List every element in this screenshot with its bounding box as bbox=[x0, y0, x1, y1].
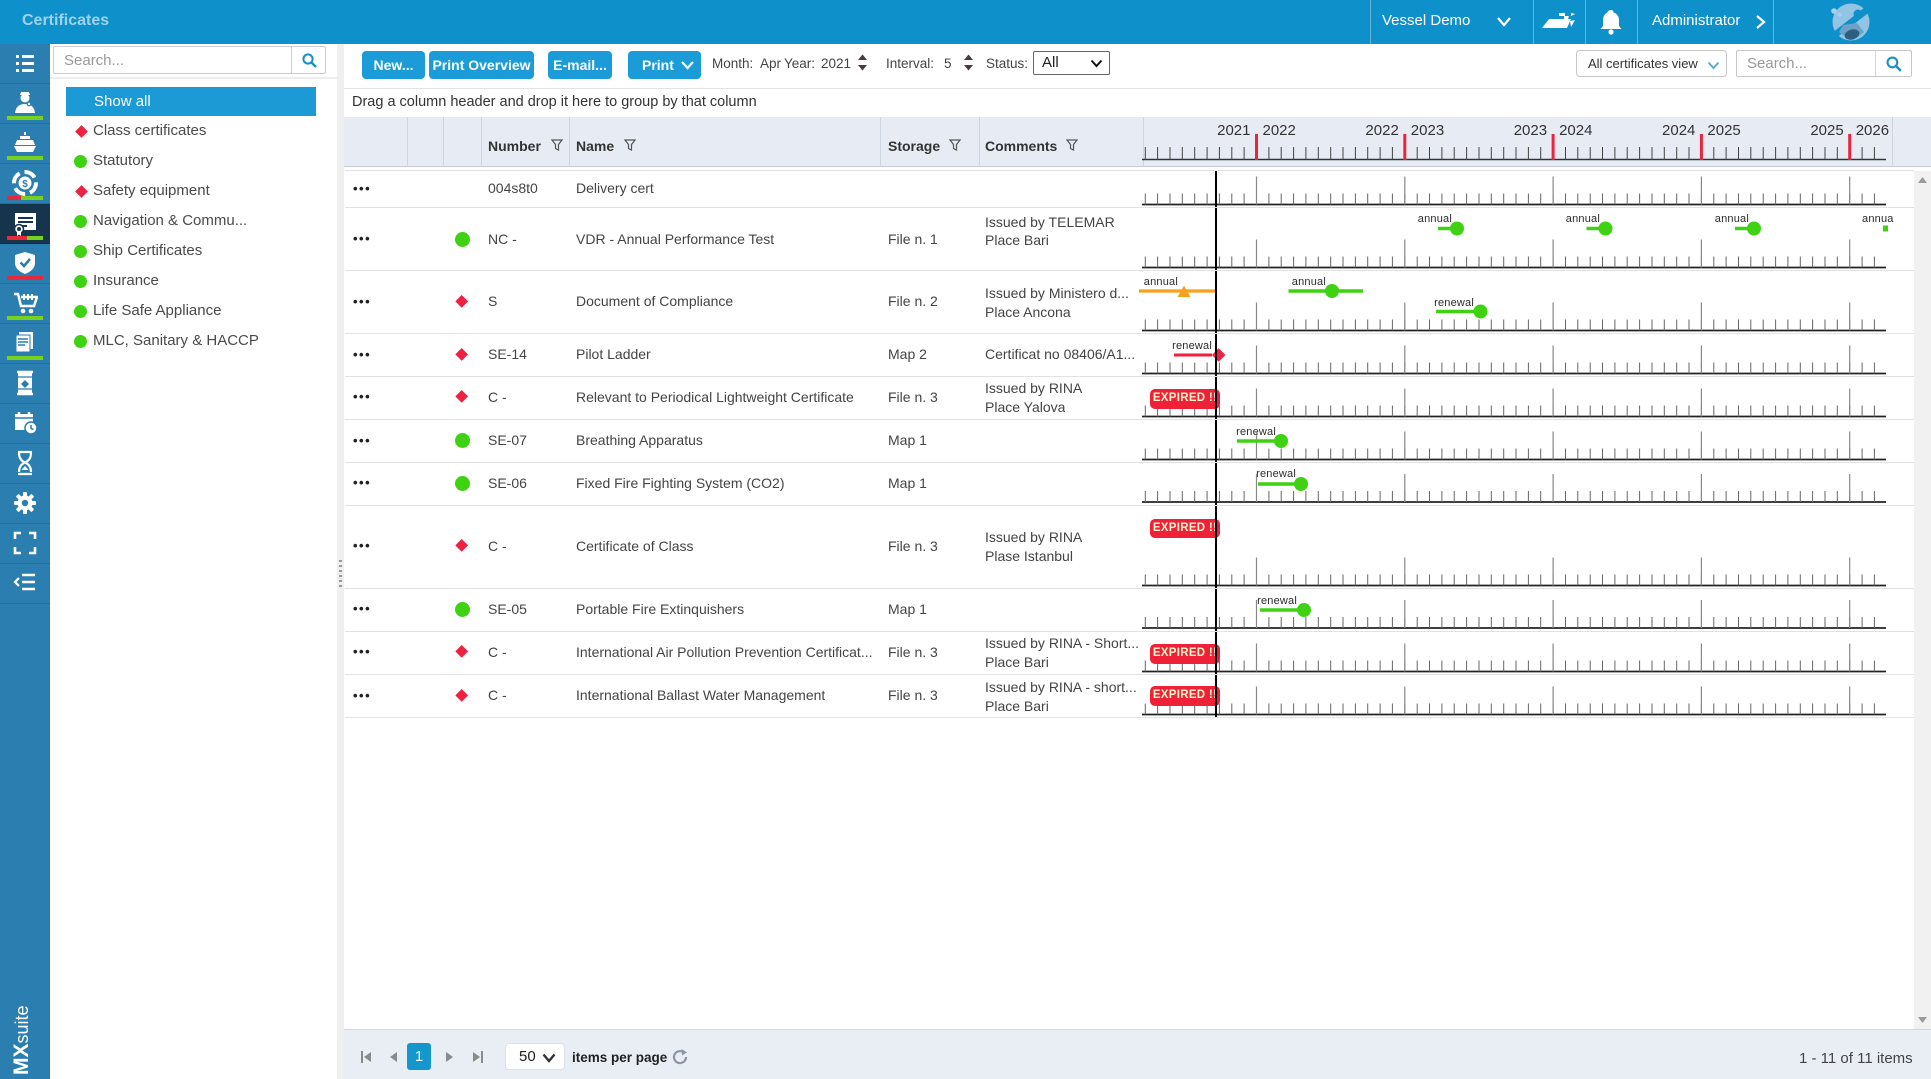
svg-text:2026: 2026 bbox=[1856, 122, 1889, 139]
svg-text:2025: 2025 bbox=[1707, 122, 1740, 139]
svg-text:2023: 2023 bbox=[1411, 122, 1444, 139]
svg-text:2024: 2024 bbox=[1559, 122, 1592, 139]
svg-text:2023: 2023 bbox=[1514, 122, 1547, 139]
svg-text:2024: 2024 bbox=[1662, 122, 1695, 139]
svg-text:2021: 2021 bbox=[1217, 122, 1250, 139]
svg-text:2022: 2022 bbox=[1263, 122, 1296, 139]
svg-text:2025: 2025 bbox=[1810, 122, 1843, 139]
svg-text:2022: 2022 bbox=[1365, 122, 1398, 139]
